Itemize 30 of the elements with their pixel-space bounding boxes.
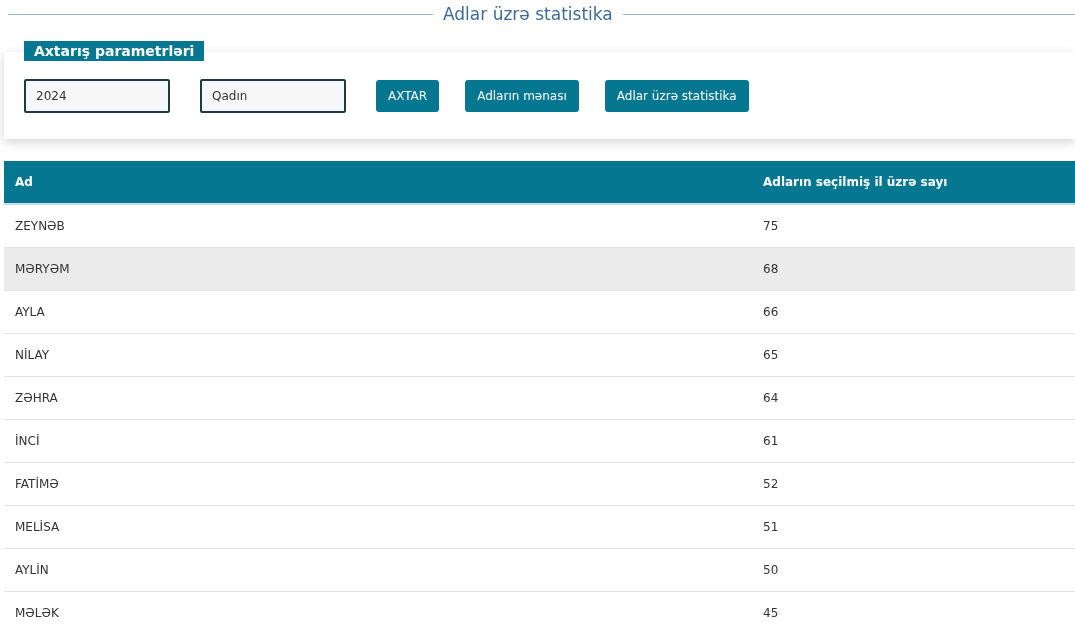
table-cell-text: AYLA xyxy=(14,305,46,319)
table-cell-text: FATİMƏ xyxy=(14,477,60,491)
action-button[interactable]: Adlar üzrə statistika xyxy=(604,79,749,112)
table-cell-text: MELİSA xyxy=(14,520,61,534)
table-cell-text: 68 xyxy=(762,262,780,276)
table-cell-text: 75 xyxy=(762,219,780,233)
table-cell-text: 45 xyxy=(762,606,780,620)
table-cell-text: MƏLƏK xyxy=(14,606,60,620)
panel-legend: Axtarış parametrləri xyxy=(24,41,205,61)
action-button[interactable]: AXTAR xyxy=(376,79,440,112)
table-cell-text: 61 xyxy=(762,434,780,448)
action-button[interactable]: Adların mənası xyxy=(465,79,579,112)
table-cell-text: 50 xyxy=(762,563,780,577)
column-header: Ad xyxy=(14,175,34,189)
table-cell-text: 51 xyxy=(762,520,780,534)
table-cell-text: İNCİ xyxy=(14,434,41,448)
table-cell-text: 66 xyxy=(762,305,780,319)
table-cell-text: 64 xyxy=(762,391,780,405)
table-cell-text: ZƏHRA xyxy=(14,391,59,405)
table-cell-text: MƏRYƏM xyxy=(14,262,71,276)
table-row[interactable]: MƏRYƏM 68 xyxy=(4,248,1075,291)
table-cell-text: AYLİN xyxy=(14,563,50,577)
page-title: Adlar üzrə statistika xyxy=(443,4,613,24)
column-header: Adların seçilmiş il üzrə sayı xyxy=(762,175,949,189)
table-cell-text: 65 xyxy=(762,348,780,362)
input-field[interactable]: 2024 xyxy=(24,78,170,113)
table-cell-text: 52 xyxy=(762,477,780,491)
input-field[interactable]: Qadın xyxy=(200,78,346,113)
table-cell-text: ZEYNƏB xyxy=(14,219,66,233)
table-cell-text: NİLAY xyxy=(14,348,51,362)
